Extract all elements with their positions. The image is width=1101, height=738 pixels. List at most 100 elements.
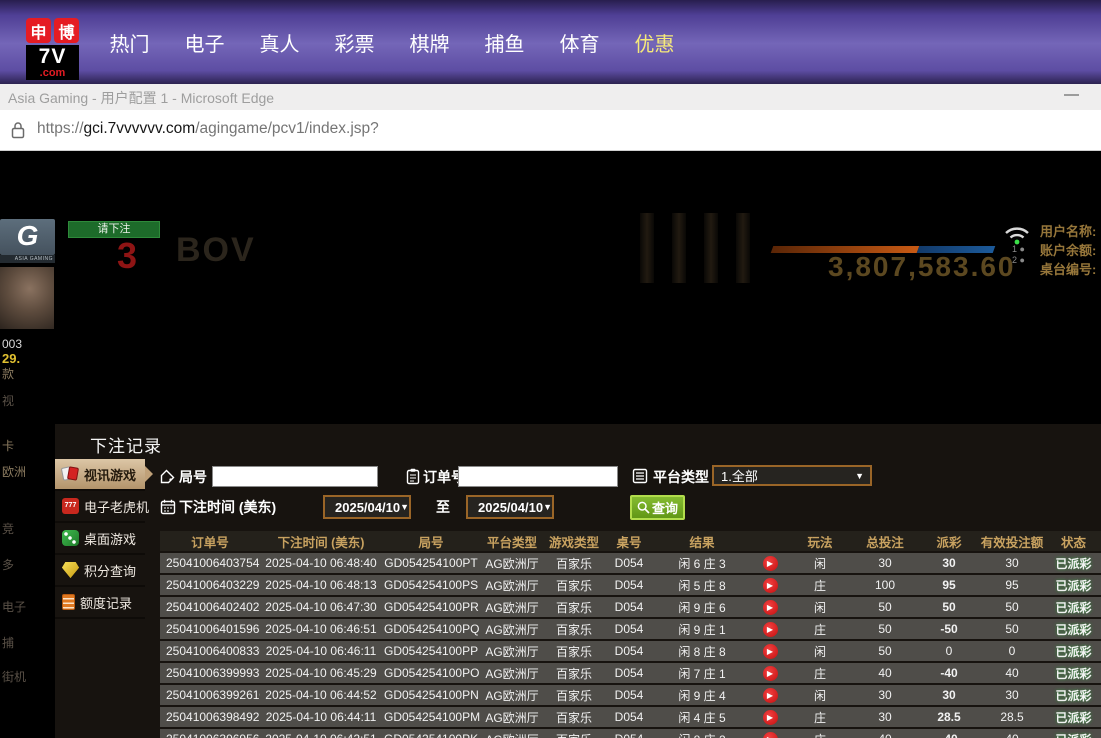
table-cell: 28.5 [920, 707, 978, 727]
search-button-label: 查询 [652, 498, 678, 517]
filter-row-1: 局号 订单号 平台类型 1.全部 ▼ [160, 465, 1101, 489]
replay-button[interactable]: ▶ [763, 644, 778, 659]
table-cell: 百家乐 [544, 597, 604, 617]
column-header: 玩法 [790, 531, 850, 551]
table-cell: 百家乐 [544, 729, 604, 738]
scene-pillar [672, 213, 686, 283]
asia-gaming-letter: G [0, 219, 55, 255]
table-cell: 50 [850, 619, 920, 639]
chevron-down-icon: ▼ [855, 471, 870, 481]
sidebar-item-label: 视讯游戏 [84, 465, 136, 484]
countdown-number: 3 [117, 235, 137, 277]
table-cell: 百家乐 [544, 575, 604, 595]
table-cell: 250410064024028 [160, 597, 260, 617]
sidebar-item-5[interactable]: 额度记录 [55, 587, 145, 619]
table-cell: 95 [920, 575, 978, 595]
table-cell: 已派彩 [1046, 729, 1101, 738]
scene-big-number: 3,807,583.60 [828, 251, 1016, 283]
table-cell: GD054254100PT [382, 553, 480, 573]
slot-icon: 777 [62, 498, 79, 514]
site-logo[interactable]: 申 博 7V .com [26, 18, 84, 80]
column-header: 局号 [382, 531, 480, 551]
sidebar-item-4[interactable]: 积分查询 [55, 555, 145, 587]
url-host: gci.7vvvvvv.com [84, 120, 196, 137]
table-cell: 30 [850, 553, 920, 573]
table-cell: 40 [850, 663, 920, 683]
replay-cell: ▶ [750, 641, 790, 661]
table-cell: AG欧洲厅 [480, 597, 544, 617]
table-cell: 已派彩 [1046, 575, 1101, 595]
table-cell: 28.5 [978, 707, 1046, 727]
background-fragment: 电子 [2, 598, 26, 615]
round-input[interactable] [212, 466, 378, 487]
sidebar-item-3[interactable]: 桌面游戏 [55, 523, 145, 555]
table-cell: -50 [920, 619, 978, 639]
table-cell: 0 [978, 641, 1046, 661]
replay-cell: ▶ [750, 685, 790, 705]
nav-item-4[interactable]: 彩票 [317, 28, 392, 57]
replay-button[interactable]: ▶ [763, 732, 778, 738]
url-text[interactable]: https://gci.7vvvvvv.com/agingame/pcv1/in… [37, 120, 379, 138]
nav-item-5[interactable]: 棋牌 [392, 28, 467, 57]
url-bar[interactable]: https://gci.7vvvvvv.com/agingame/pcv1/in… [0, 110, 1101, 151]
order-input[interactable] [458, 466, 618, 487]
table-cell: 闲 8 庄 8 [654, 641, 750, 661]
table-cell: 已派彩 [1046, 597, 1101, 617]
table-row: 2504100639926102025-04-10 06:44:52GD0542… [160, 685, 1101, 705]
logo-brand: 7V [26, 46, 79, 68]
replay-button[interactable]: ▶ [763, 666, 778, 681]
asia-gaming-logo: G ASIA GAMING [0, 219, 55, 263]
table-cell: 闲 [790, 597, 850, 617]
table-cell: 30 [850, 707, 920, 727]
table-cell: 30 [850, 685, 920, 705]
sidebar-item-1[interactable]: 视讯游戏 [55, 459, 145, 491]
sidebar-item-label: 桌面游戏 [84, 529, 136, 548]
table-cell: D054 [604, 597, 654, 617]
table-cell: 50 [920, 597, 978, 617]
date-to-select[interactable]: 2025/04/10 ▼ [466, 495, 554, 519]
nav-item-1[interactable]: 热门 [92, 28, 167, 57]
table-cell: GD054254100PN [382, 685, 480, 705]
platform-select[interactable]: 1.全部 ▼ [712, 465, 872, 486]
date-to-value: 2025/04/10 [478, 500, 543, 515]
nav-item-3[interactable]: 真人 [242, 28, 317, 57]
replay-button[interactable]: ▶ [763, 578, 778, 593]
nav-item-6[interactable]: 捕鱼 [467, 28, 542, 57]
table-cell: D054 [604, 707, 654, 727]
column-header: 状态 [1046, 531, 1101, 551]
nav-item-7[interactable]: 体育 [542, 28, 617, 57]
table-cell: 2025-04-10 06:46:51 [260, 619, 382, 639]
search-button[interactable]: 查询 [630, 495, 685, 520]
replay-cell: ▶ [750, 707, 790, 727]
tag-icon [160, 469, 175, 484]
nav-item-8[interactable]: 优惠 [617, 28, 692, 57]
sidebar-item-label: 额度记录 [80, 593, 132, 612]
date-from-value: 2025/04/10 [335, 500, 400, 515]
round-label: 局号 [179, 467, 207, 487]
replay-button[interactable]: ▶ [763, 710, 778, 725]
replay-button[interactable]: ▶ [763, 556, 778, 571]
table-cell: 2025-04-10 06:44:11 [260, 707, 382, 727]
sidebar-item-2[interactable]: 777电子老虎机 [55, 491, 145, 523]
date-from-select[interactable]: 2025/04/10 ▼ [323, 495, 411, 519]
column-header: 游戏类型 [544, 531, 604, 551]
table-cell: 50 [978, 597, 1046, 617]
replay-button[interactable]: ▶ [763, 622, 778, 637]
table-cell: 250410063999933 [160, 663, 260, 683]
table-cell: 闲 5 庄 8 [654, 575, 750, 595]
background-fragment: 款 [2, 365, 14, 382]
nav-item-2[interactable]: 电子 [167, 28, 242, 57]
replay-cell: ▶ [750, 729, 790, 738]
table-cell: 闲 9 庄 1 [654, 619, 750, 639]
table-cell: 庄 [790, 707, 850, 727]
table-cell: 百家乐 [544, 641, 604, 661]
table-cell: GD054254100PR [382, 597, 480, 617]
table-cell: 30 [920, 553, 978, 573]
background-fragment: 29. [2, 351, 20, 366]
dealer-avatar [0, 267, 54, 329]
replay-button[interactable]: ▶ [763, 688, 778, 703]
replay-button[interactable]: ▶ [763, 600, 778, 615]
minimize-button[interactable]: — [1064, 86, 1079, 103]
table-cell: 100 [850, 575, 920, 595]
bet-record-table: 订单号下注时间 (美东)局号平台类型游戏类型桌号结果玩法总投注派彩有效投注额状态… [160, 529, 1101, 738]
